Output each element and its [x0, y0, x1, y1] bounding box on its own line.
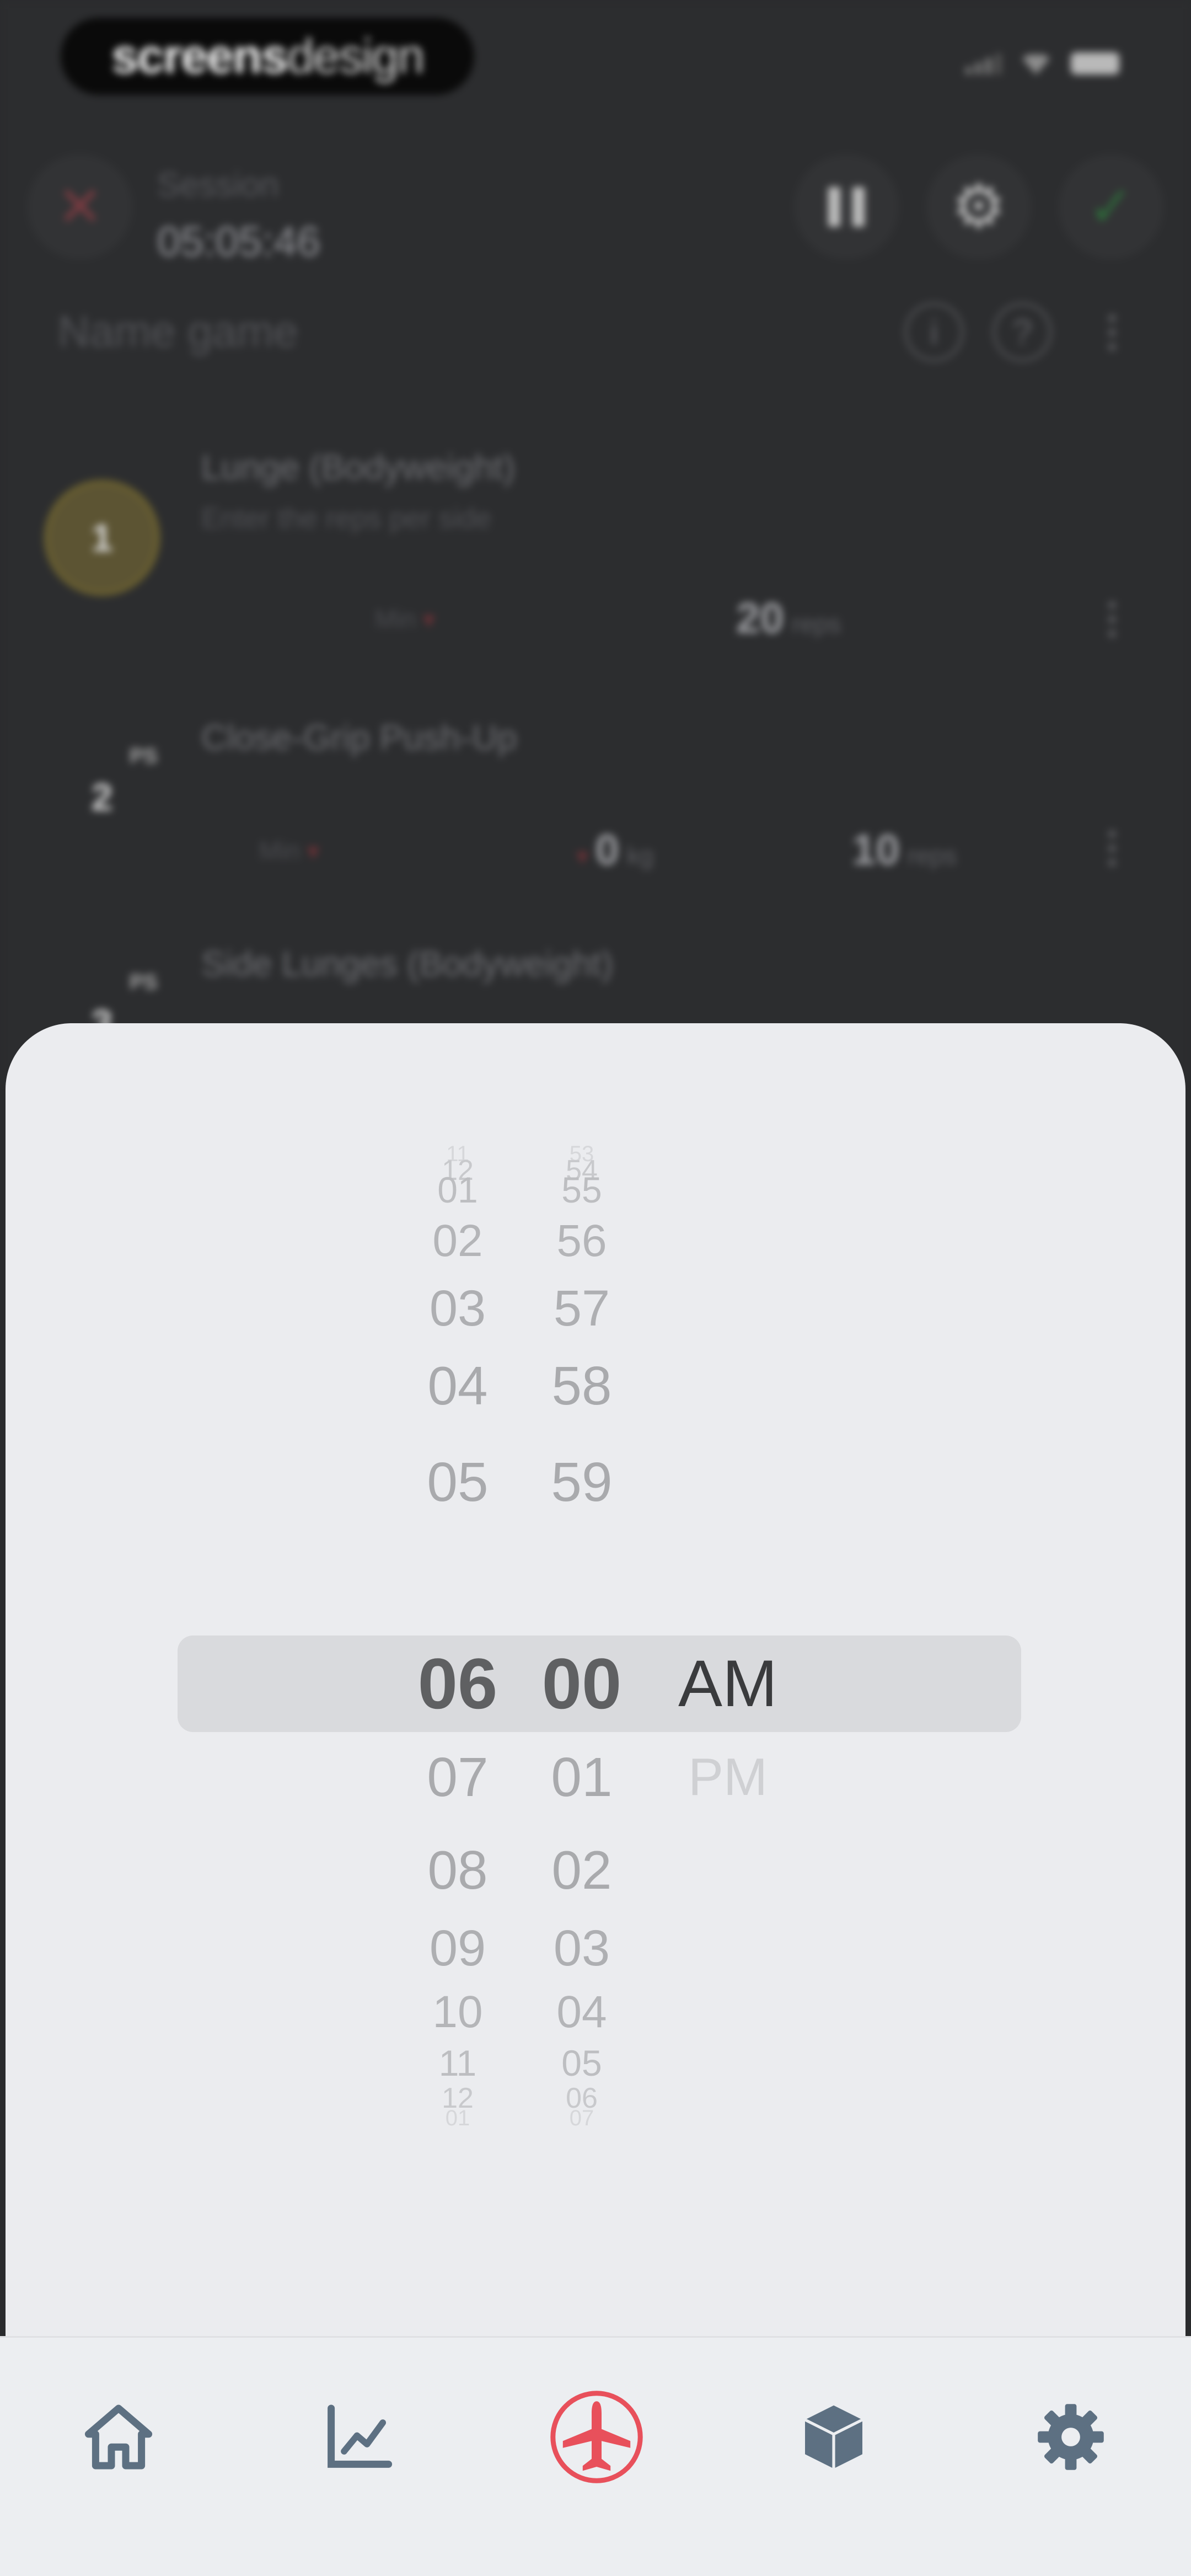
tab-library[interactable] [768, 2371, 900, 2503]
gear-icon: ⚙ [951, 173, 1006, 241]
close-icon: ✕ [57, 176, 103, 238]
status-bar-icons [965, 52, 1119, 74]
minute-option[interactable]: 58 [521, 1359, 642, 1413]
minute-selected[interactable]: 00 [521, 1648, 642, 1719]
workout-label: Session [157, 166, 279, 204]
dropdown-icon: ▾ [422, 606, 435, 633]
exercise-more-icon[interactable] [1108, 830, 1116, 867]
exercise-name: Lunge (Bodyweight) [201, 447, 516, 487]
gear-icon [1038, 2404, 1104, 2470]
exercise-more-icon[interactable] [1108, 601, 1116, 638]
cube-icon [804, 2405, 863, 2469]
background-workout-screen: screens design ✕ Session 05:05:46 ⚙ ✓ Na… [0, 0, 1191, 1081]
reps-min-label: Min ▾ [375, 604, 435, 634]
signal-icon [965, 54, 1001, 74]
minute-option[interactable]: 56 [521, 1218, 642, 1264]
dropdown-icon: ▾ [307, 838, 319, 865]
workout-header: ✕ Session 05:05:46 ⚙ ✓ [0, 154, 1191, 276]
workout-name-field[interactable]: Name game [58, 306, 298, 357]
close-workout-button[interactable]: ✕ [28, 154, 132, 259]
home-icon [84, 2404, 153, 2470]
tab-bar [0, 2336, 1191, 2576]
hour-option[interactable]: 01 [397, 2107, 518, 2129]
info-icon[interactable]: i [904, 302, 964, 362]
hour-option[interactable]: 11 [397, 2045, 518, 2081]
screen: screens design ✕ Session 05:05:46 ⚙ ✓ Na… [0, 0, 1191, 2576]
hour-option[interactable]: 07 [397, 1750, 518, 1805]
chart-icon [328, 2404, 393, 2468]
minute-option[interactable]: 57 [521, 1283, 642, 1334]
reps-unit: reps [907, 841, 957, 870]
workout-settings-button[interactable]: ⚙ [926, 154, 1031, 259]
check-icon: ✓ [1088, 176, 1134, 238]
minute-option[interactable]: 55 [521, 1172, 642, 1208]
minute-option[interactable]: 02 [521, 1843, 642, 1897]
minute-option[interactable]: 04 [521, 1990, 642, 2035]
more-icon[interactable] [1108, 314, 1116, 351]
tab-home[interactable] [52, 2371, 185, 2503]
wifi-icon [1022, 55, 1050, 74]
period-option[interactable]: PM [667, 1751, 788, 1804]
min-label-row: Min ▾ [259, 836, 319, 865]
hour-selected[interactable]: 06 [397, 1648, 518, 1719]
reps-number: 10 [852, 825, 900, 874]
exercise-tag: PS [130, 971, 158, 994]
exercise-name: Close-Grip Push-Up [201, 718, 517, 757]
finish-workout-button[interactable]: ✓ [1059, 154, 1163, 259]
exercise-tag: PS [130, 745, 158, 768]
battery-icon [1071, 52, 1119, 74]
reps-value[interactable]: 20 reps [736, 593, 841, 643]
minute-option[interactable]: 07 [521, 2107, 642, 2129]
minute-option[interactable]: 05 [521, 2045, 642, 2081]
hour-option[interactable]: 08 [397, 1843, 518, 1897]
exercise-number: 1 [44, 480, 160, 596]
weight-unit: kg [626, 841, 654, 870]
hour-option[interactable]: 10 [397, 1990, 518, 2035]
watermark-strong: screens [111, 29, 288, 83]
hour-option[interactable]: 05 [397, 1455, 518, 1510]
weight-number: 0 [595, 825, 619, 874]
exercise-name: Side Lunges (Bodyweight) [201, 944, 614, 984]
minute-option[interactable]: 03 [521, 1923, 642, 1974]
tab-workout[interactable] [530, 2371, 663, 2503]
help-icon[interactable]: ? [993, 302, 1052, 362]
min-label: Min [375, 605, 416, 633]
reps-number: 20 [736, 594, 784, 642]
period-selected[interactable]: AM [667, 1650, 788, 1717]
workout-timer: 05:05:46 [157, 218, 320, 265]
reps-value[interactable]: 10 reps [852, 825, 957, 875]
airplane-icon [550, 2391, 643, 2483]
minute-option[interactable]: 59 [521, 1455, 642, 1510]
hour-option[interactable]: 01 [397, 1172, 518, 1208]
exercise-hint: Enter the reps per side [201, 503, 492, 535]
pause-icon [828, 187, 865, 227]
hour-option[interactable]: 02 [397, 1218, 518, 1264]
reps-unit: reps [791, 610, 841, 638]
pause-button[interactable] [794, 154, 899, 259]
minute-option[interactable]: 01 [521, 1750, 642, 1805]
weight-dropdown-icon: ▾ [576, 843, 596, 870]
min-label: Min [259, 836, 301, 865]
weight-value[interactable]: ▾ 0 kg [576, 825, 653, 875]
hour-option[interactable]: 09 [397, 1923, 518, 1974]
watermark-logo: screens design [61, 18, 474, 95]
hour-option[interactable]: 03 [397, 1283, 518, 1334]
watermark-light: design [287, 29, 425, 83]
tab-settings[interactable] [1005, 2371, 1137, 2503]
hour-option[interactable]: 04 [397, 1359, 518, 1413]
tab-progress[interactable] [292, 2371, 425, 2503]
